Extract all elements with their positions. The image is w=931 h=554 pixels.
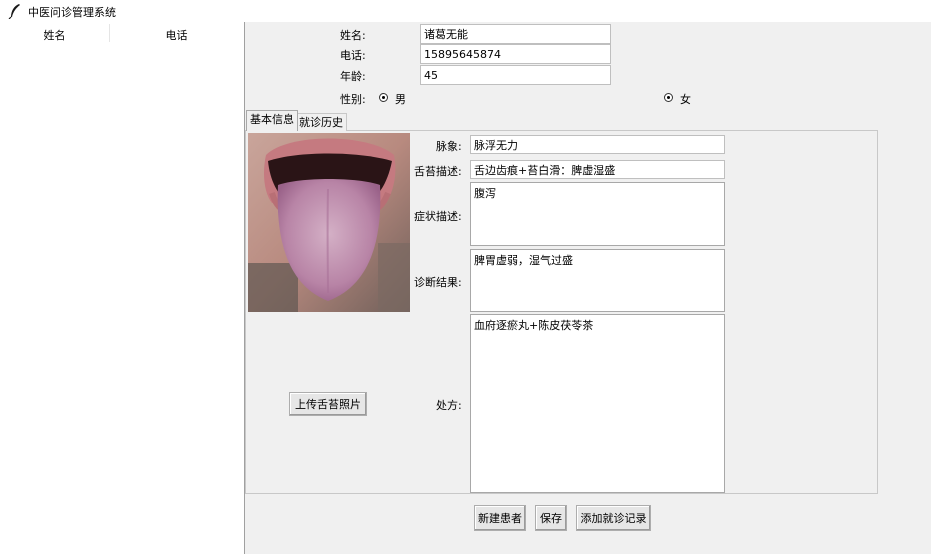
- age-label: 年龄:: [340, 70, 366, 83]
- patient-list[interactable]: 姓名 电话: [0, 22, 245, 554]
- gender-male-label[interactable]: 男: [395, 91, 406, 107]
- diagnosis-label: 诊断结果:: [414, 276, 462, 289]
- gender-label: 性别:: [340, 93, 366, 106]
- phone-field[interactable]: [420, 44, 611, 64]
- window-title: 中医问诊管理系统: [28, 6, 116, 19]
- new-patient-button[interactable]: 新建患者: [474, 505, 526, 531]
- prescription-label: 处方:: [436, 399, 462, 412]
- title-bar: 中医问诊管理系统: [0, 0, 931, 22]
- phone-label: 电话:: [340, 49, 366, 62]
- tongue-desc-label: 舌苔描述:: [414, 165, 462, 178]
- gender-male-radio[interactable]: [379, 93, 388, 102]
- symptom-label: 症状描述:: [414, 210, 462, 223]
- tongue-photo: [248, 133, 410, 312]
- column-header-phone[interactable]: 电话: [110, 27, 243, 42]
- gender-female-label[interactable]: 女: [680, 91, 691, 107]
- tab-visit-history[interactable]: 就诊历史: [296, 113, 347, 131]
- tab-basic-info[interactable]: 基本信息: [246, 110, 298, 131]
- feather-icon: [8, 4, 20, 19]
- diagnosis-textarea[interactable]: 脾胃虚弱，湿气过盛: [470, 249, 725, 312]
- name-label: 姓名:: [340, 29, 366, 42]
- name-field[interactable]: [420, 24, 611, 44]
- add-visit-record-button[interactable]: 添加就诊记录: [576, 505, 651, 531]
- column-header-name[interactable]: 姓名: [0, 27, 109, 42]
- save-button[interactable]: 保存: [535, 505, 567, 531]
- symptom-textarea[interactable]: 腹泻: [470, 182, 725, 246]
- tongue-desc-field[interactable]: [470, 160, 725, 179]
- upload-tongue-photo-button[interactable]: 上传舌苔照片: [289, 392, 367, 416]
- prescription-textarea[interactable]: 血府逐瘀丸+陈皮茯苓茶: [470, 314, 725, 493]
- pulse-field[interactable]: [470, 135, 725, 154]
- pulse-label: 脉象:: [436, 140, 462, 153]
- age-field[interactable]: [420, 65, 611, 85]
- gender-female-radio[interactable]: [664, 93, 673, 102]
